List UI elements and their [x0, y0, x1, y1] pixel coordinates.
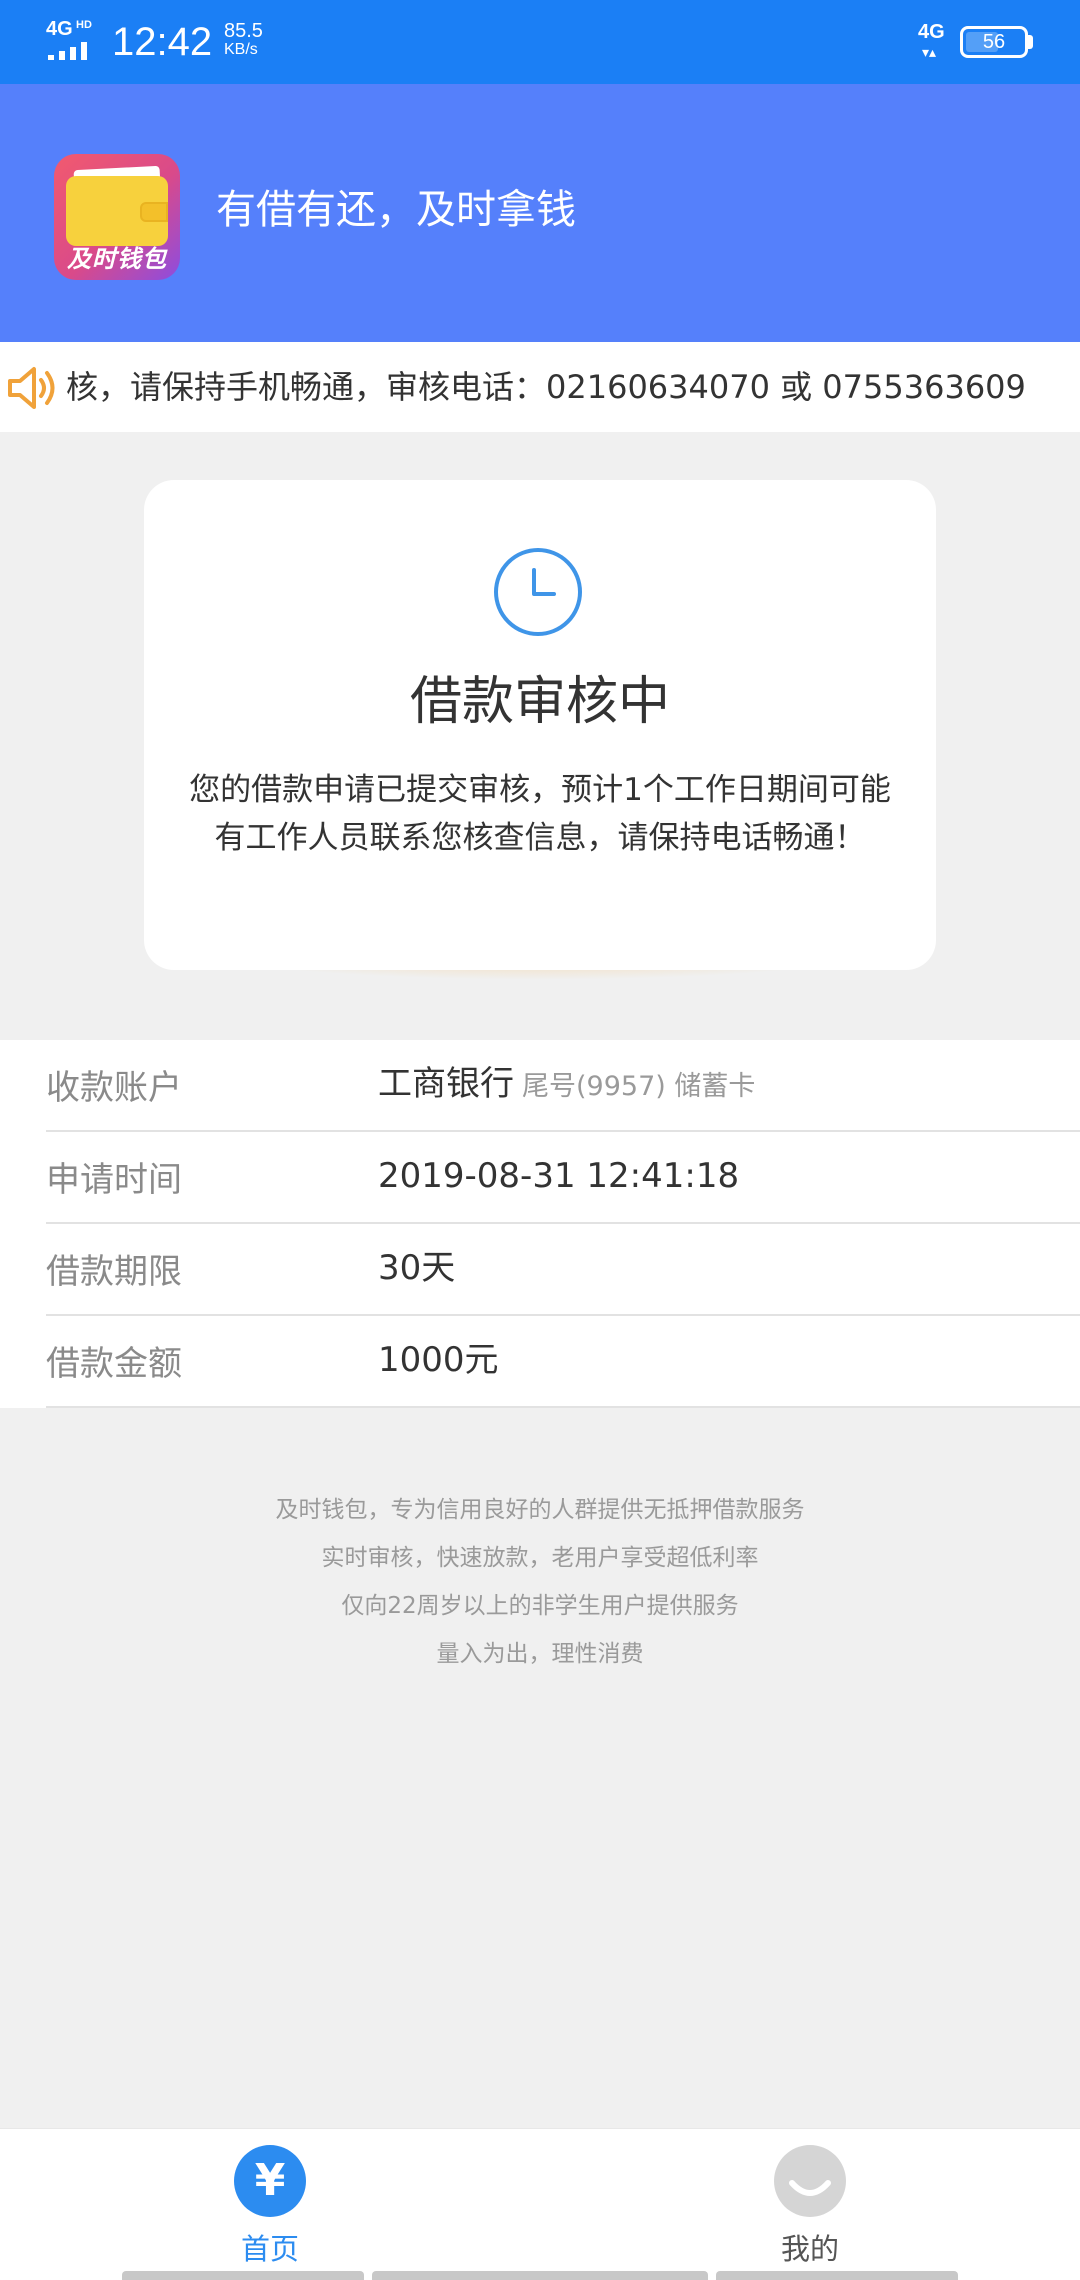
info-value: 1000元: [378, 1340, 499, 1380]
mobile-data-icon: 4G ▾▴: [918, 21, 945, 60]
notice-text: 核，请保持手机畅通，审核电话：02160634070 或 0755363609: [66, 368, 1026, 406]
info-row-account: 收款账户 工商银行 尾号(9957) 储蓄卡: [46, 1040, 1080, 1132]
header-slogan: 有借有还，及时拿钱: [216, 187, 576, 233]
bank-name: 工商银行: [378, 1064, 514, 1104]
card-tail: 尾号(9957) 储蓄卡: [522, 1071, 756, 1102]
status-bar: 4G HD 12:42 85.5 KB/s 4G ▾▴ 56: [0, 0, 1080, 84]
network-speed: 85.5 KB/s: [224, 21, 263, 59]
signal-icon: 4G HD: [46, 18, 100, 62]
speaker-icon: [8, 367, 55, 409]
status-time: 12:42: [112, 20, 213, 64]
tab-mine-label: 我的: [780, 2232, 839, 2266]
info-label: 收款账户: [46, 1068, 182, 1108]
loan-info-list: 收款账户 工商银行 尾号(9957) 储蓄卡 申请时间 2019-08-31 12…: [0, 1040, 1080, 1408]
app-logo: 及时钱包: [54, 154, 180, 280]
footer-notes: 及时钱包，专为信用良好的人群提供无抵押借款服务 实时审核，快速放款，老用户享受超…: [0, 1486, 1080, 1678]
yuan-icon: ¥: [234, 2145, 306, 2217]
footer-line: 仅向22周岁以上的非学生用户提供服务: [341, 1593, 739, 1619]
review-description: 您的借款申请已提交审核，预计1个工作日期间可能有工作人员联系您核查信息，请保持电…: [189, 772, 891, 856]
mobile-data-label: 4G: [918, 21, 945, 43]
info-row-amount: 借款金额 1000元: [46, 1316, 1080, 1408]
battery-tip: [1028, 35, 1033, 49]
tab-home-label: 首页: [240, 2232, 299, 2266]
footer-line: 及时钱包，专为信用良好的人群提供无抵押借款服务: [275, 1497, 805, 1523]
info-value: 2019-08-31 12:41:18: [378, 1156, 740, 1196]
tab-mine[interactable]: 我的: [710, 2129, 910, 2280]
app-logo-text: 及时钱包: [67, 245, 167, 273]
battery-level: 56: [982, 31, 1006, 53]
info-value: 30天: [378, 1248, 456, 1288]
notice-bar: 核，请保持手机畅通，审核电话：02160634070 或 0755363609: [0, 342, 1080, 432]
footer-line: 实时审核，快速放款，老用户享受超低利率: [321, 1545, 759, 1571]
footer-line: 量入为出，理性消费: [436, 1641, 644, 1667]
nav-hint-bar: [122, 2271, 364, 2280]
info-label: 借款金额: [46, 1344, 182, 1384]
network-hd: HD: [76, 19, 92, 31]
clock-icon: [494, 548, 582, 636]
network-type: 4G: [46, 18, 73, 40]
nav-hint-bar: [372, 2271, 708, 2280]
tab-home[interactable]: ¥ 首页: [170, 2129, 370, 2280]
info-label: 申请时间: [46, 1160, 182, 1200]
review-status-card: 借款审核中 您的借款申请已提交审核，预计1个工作日期间可能有工作人员联系您核查信…: [144, 480, 936, 970]
nav-hint-bar: [716, 2271, 958, 2280]
app-header: 及时钱包 有借有还，及时拿钱: [0, 84, 1080, 342]
bottom-tab-bar: ¥ 首页 我的: [0, 2128, 1080, 2280]
info-value: 工商银行 尾号(9957) 储蓄卡: [378, 1040, 755, 1131]
info-label: 借款期限: [46, 1252, 182, 1292]
battery-icon: 56: [960, 26, 1028, 58]
speed-value: 85.5: [224, 20, 263, 42]
smile-icon: [774, 2145, 846, 2217]
review-title: 借款审核中: [409, 672, 670, 732]
info-row-apply-time: 申请时间 2019-08-31 12:41:18: [46, 1132, 1080, 1224]
info-row-term: 借款期限 30天: [46, 1224, 1080, 1316]
yuan-glyph: ¥: [254, 2155, 286, 2206]
speed-unit: KB/s: [224, 41, 258, 58]
